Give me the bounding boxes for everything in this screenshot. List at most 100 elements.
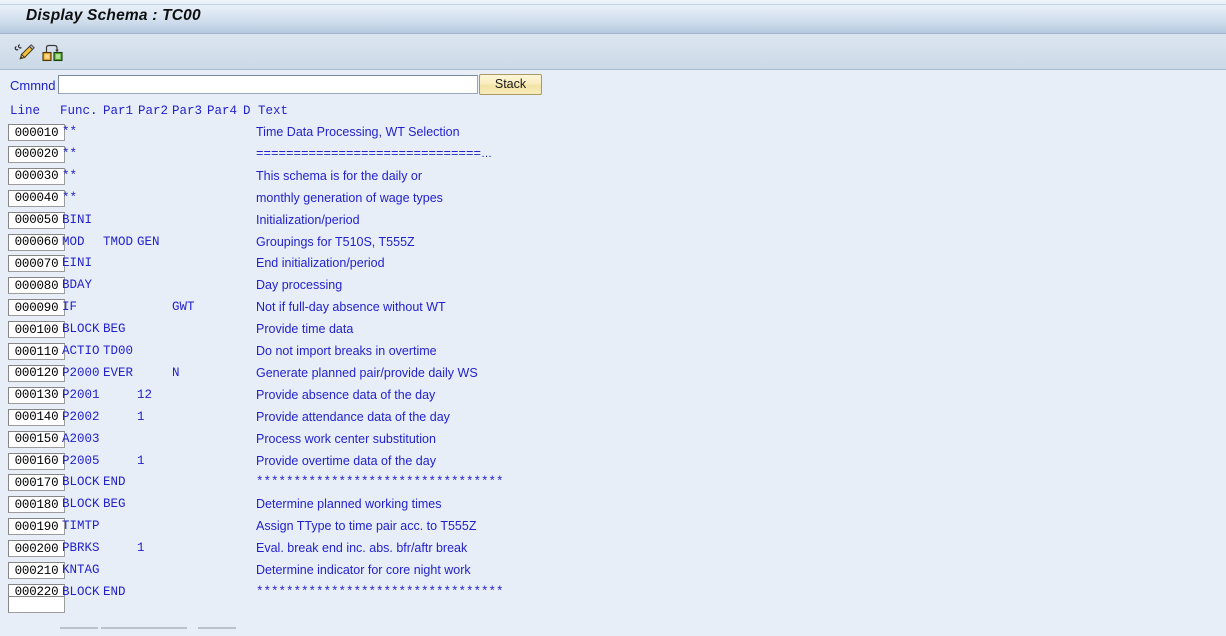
line-number-field[interactable] (8, 364, 65, 382)
cell-func: P2002 (62, 409, 100, 424)
table-row[interactable]: ** This schema is for the daily or (0, 167, 1226, 189)
table-row[interactable]: BINI Initialization/period (0, 211, 1226, 233)
cell-par2: 1 (137, 541, 145, 556)
table-row[interactable]: BLOCKBEG Determine planned working times (0, 495, 1226, 517)
table-row[interactable]: P2000EVER N Generate planned pair/provide … (0, 364, 1226, 386)
line-number-field[interactable] (8, 430, 65, 448)
cell-text: Day processing (256, 278, 343, 293)
cell-func: TIMTP (62, 519, 100, 534)
command-label: Cmmnd (10, 78, 56, 93)
structure-icon[interactable] (40, 40, 66, 64)
table-row[interactable]: BLOCKEND ********************************… (0, 583, 1226, 605)
cell-func: P2005 (62, 453, 100, 468)
line-number-field[interactable] (8, 321, 65, 339)
cell-text: Determine planned working times (256, 497, 442, 512)
cell-text: Assign TType to time pair acc. to T555Z (256, 519, 477, 534)
header-par4: Par4 (207, 104, 238, 118)
cell-func: BLOCK (62, 322, 100, 337)
cell-func: ** (62, 190, 78, 205)
cell-text: ********************************* (256, 584, 504, 599)
cell-par1: BEG (103, 497, 126, 512)
clipped-field-underline-2 (101, 627, 187, 629)
table-row[interactable]: EINI End initialization/period (0, 254, 1226, 276)
cell-func: ACTIO (62, 344, 100, 358)
line-number-field[interactable] (8, 452, 65, 470)
line-number-field[interactable] (8, 386, 65, 404)
table-row[interactable]: BLOCKBEG Provide time data (0, 320, 1226, 342)
cell-text: Provide absence data of the day (256, 387, 436, 402)
line-number-field[interactable] (8, 299, 65, 317)
schema-grid: Line Func. Par1 Par2 Par3 Par4 D Text **… (0, 104, 1226, 614)
command-input[interactable] (58, 75, 478, 94)
cell-text: Eval. break end inc. abs. bfr/aftr break (256, 541, 468, 556)
line-number-field[interactable] (8, 211, 65, 229)
stack-button[interactable]: Stack (479, 74, 542, 95)
line-number-field[interactable] (8, 496, 65, 514)
line-number-field[interactable] (8, 189, 65, 207)
header-d: D (243, 104, 251, 118)
line-number-field[interactable] (8, 277, 65, 295)
table-row[interactable]: P2001 12 Provide absence data of the day (0, 386, 1226, 408)
line-number-field[interactable] (8, 474, 65, 492)
cell-par3: N (172, 365, 180, 380)
cell-func: P2000 (62, 365, 100, 380)
grid-header-row: Line Func. Par1 Par2 Par3 Par4 D Text (0, 104, 1226, 122)
table-row[interactable]: BDAY Day processing (0, 276, 1226, 298)
cell-func: P2001 (62, 387, 100, 402)
table-row[interactable]: P2005 1 Provide overtime data of the day (0, 452, 1226, 474)
table-row[interactable]: ** ==============================… (0, 145, 1226, 167)
table-row[interactable]: MOD TMODGEN Groupings for T510S, T555Z (0, 233, 1226, 255)
header-par1: Par1 (103, 104, 134, 118)
cell-text: Initialization/period (256, 212, 360, 227)
cell-par2: 1 (137, 409, 145, 424)
cell-par3: GWT (172, 300, 195, 315)
line-number-field[interactable] (8, 255, 65, 273)
line-number-field[interactable] (8, 167, 65, 185)
cell-par1: END (103, 475, 126, 490)
cell-text: ==============================… (256, 146, 493, 161)
table-row[interactable]: PBRKS 1 Eval. break end inc. abs. bfr/aftr… (0, 539, 1226, 561)
line-number-field[interactable] (8, 562, 65, 579)
header-text: Text (258, 104, 289, 118)
cell-par2: 1 (137, 453, 145, 468)
table-row[interactable]: KNTAG Determine indicator for core night … (0, 561, 1226, 583)
window-title-bar: Display Schema : TC00 (0, 0, 1226, 34)
cell-func: BLOCK (62, 475, 100, 490)
table-row[interactable]: TIMTP Assign TType to time pair acc. to T… (0, 517, 1226, 539)
cell-func: ** (62, 168, 78, 183)
cell-text: Groupings for T510S, T555Z (256, 234, 415, 249)
cell-func: A2003 (62, 431, 100, 446)
cell-func: ** (62, 146, 78, 161)
cell-text: Generate planned pair/provide daily WS (256, 365, 478, 380)
cell-text: Process work center substitution (256, 431, 436, 446)
line-number-field[interactable] (8, 408, 65, 426)
cell-func: IF (62, 300, 78, 315)
edit-schema-icon[interactable] (12, 40, 38, 64)
line-number-field[interactable] (8, 518, 65, 536)
table-row[interactable]: ** Time Data Processing, WT Selection (0, 123, 1226, 145)
table-row[interactable]: BLOCKEND ********************************… (0, 473, 1226, 495)
cell-func: BDAY (62, 278, 93, 293)
table-row[interactable]: ACTIOTD00 Do not import breaks in overtim… (0, 342, 1226, 364)
cell-text: Not if full-day absence without WT (256, 300, 446, 315)
line-number-field[interactable] (8, 124, 65, 141)
line-number-field[interactable] (8, 233, 65, 251)
line-number-field[interactable] (8, 343, 65, 360)
table-row[interactable]: P2002 1 Provide attendance data of the day (0, 408, 1226, 430)
clipped-field-underline-1 (60, 627, 98, 629)
cell-text: Determine indicator for core night work (256, 563, 471, 577)
header-func: Func. (60, 104, 98, 118)
cell-func: PBRKS (62, 541, 100, 556)
cell-text: Time Data Processing, WT Selection (256, 125, 460, 139)
page-title: Display Schema : TC00 (26, 7, 201, 24)
table-row[interactable]: ** monthly generation of wage types (0, 189, 1226, 211)
cell-par1: TD00 (103, 344, 134, 358)
table-row[interactable]: IF GWT Not if full-day absence without WT (0, 298, 1226, 320)
cell-text: monthly generation of wage types (256, 190, 443, 205)
cell-func: ** (62, 125, 78, 139)
table-row[interactable]: A2003 Process work center substitution (0, 430, 1226, 452)
cell-par1: BEG (103, 322, 126, 337)
line-number-field[interactable] (8, 540, 65, 558)
application-toolbar: ©www.tutorialkart.com (0, 34, 1226, 99)
line-number-field[interactable] (8, 145, 65, 163)
